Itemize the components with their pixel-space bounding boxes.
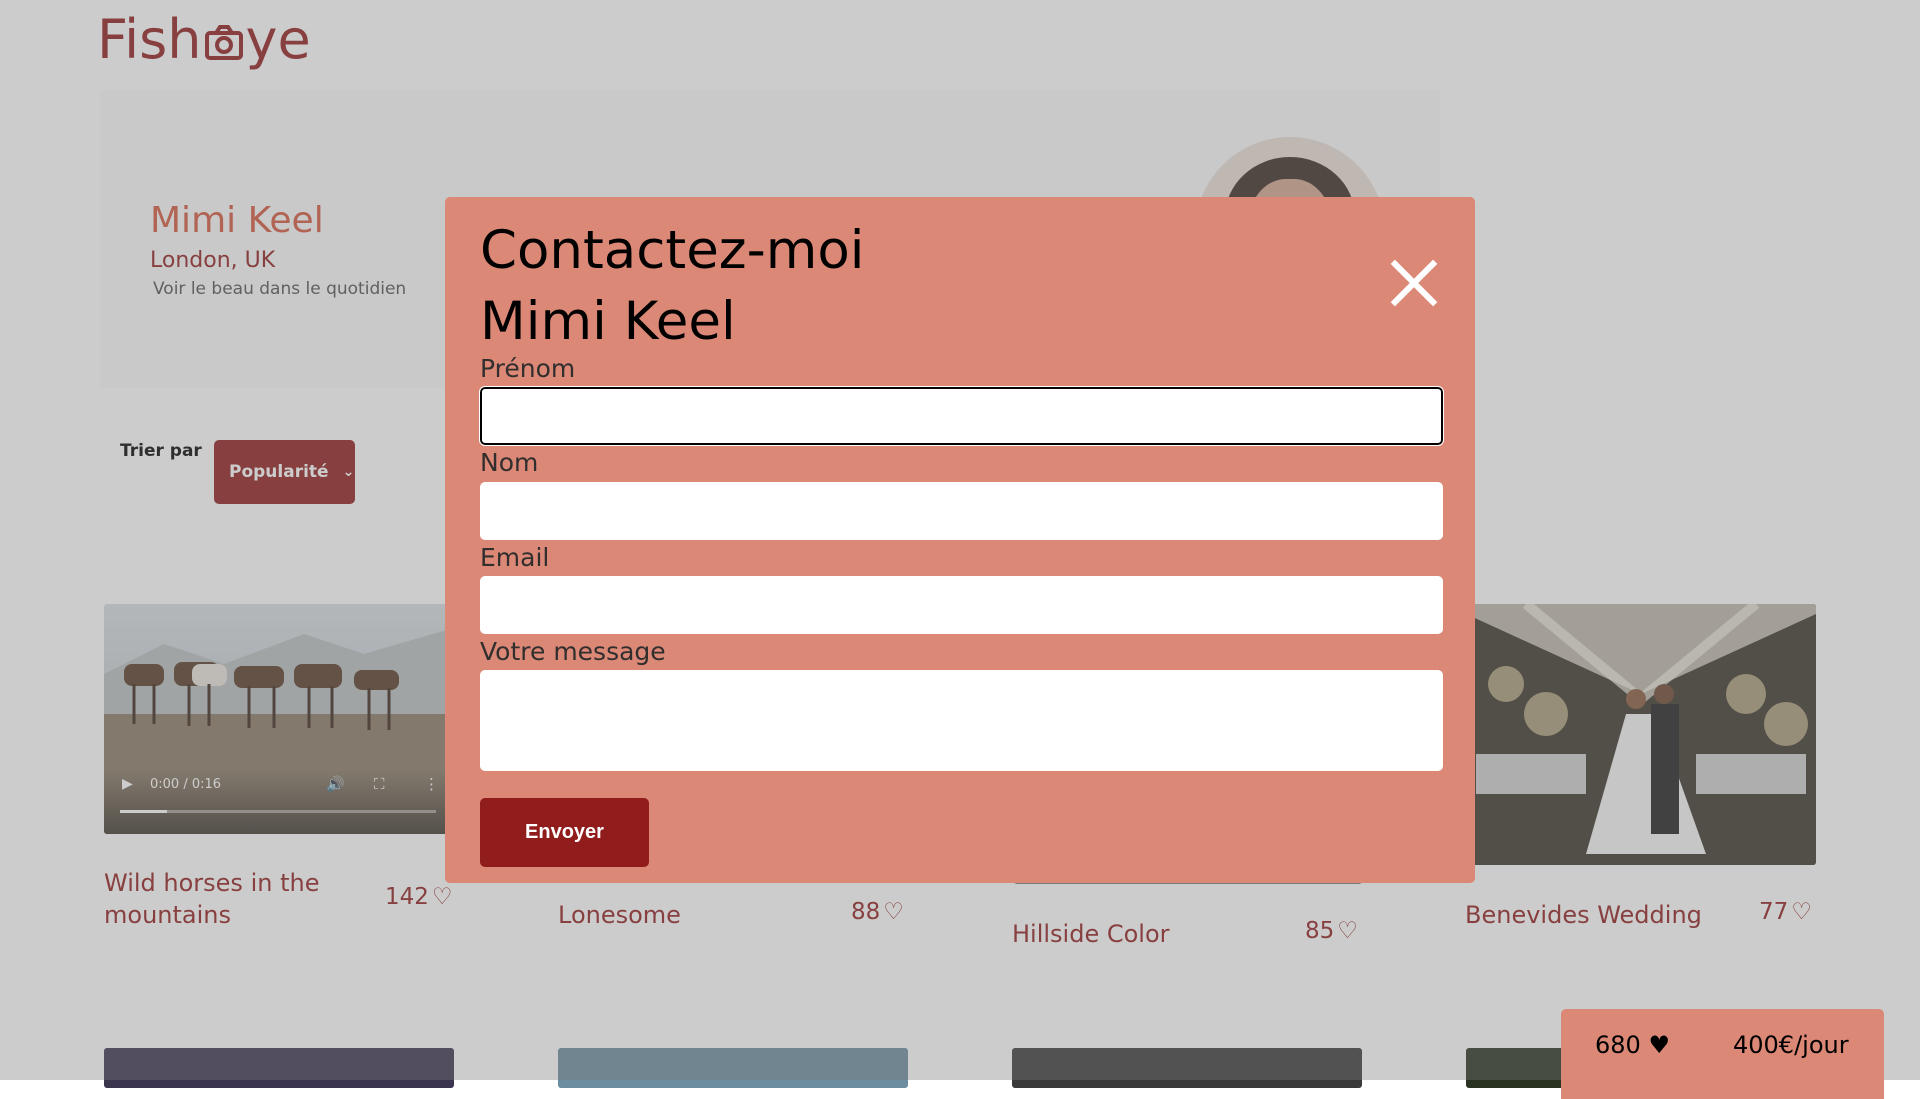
- modal-title: Contactez-moi Mimi Keel: [480, 220, 865, 352]
- photographer-page: Fish ye Mimi Keel London, UK Voir le beau…: [0, 0, 1920, 1099]
- lastname-field[interactable]: [480, 482, 1443, 540]
- message-label: Votre message: [480, 637, 666, 666]
- lastname-label: Nom: [480, 448, 539, 477]
- close-icon[interactable]: [1389, 259, 1437, 307]
- email-field[interactable]: [480, 576, 1443, 634]
- total-likes: 680 ♥: [1595, 1031, 1670, 1059]
- email-label: Email: [480, 543, 550, 572]
- message-field[interactable]: [480, 670, 1443, 771]
- daily-price: 400€/jour: [1733, 1031, 1849, 1059]
- firstname-field[interactable]: [479, 386, 1444, 446]
- likes-price-counter: 680 ♥ 400€/jour: [1561, 1009, 1884, 1099]
- heart-filled-icon: ♥: [1648, 1031, 1670, 1059]
- contact-modal: Contactez-moi Mimi Keel Prénom Nom Email …: [445, 197, 1475, 883]
- firstname-label: Prénom: [480, 354, 576, 383]
- send-button[interactable]: Envoyer: [480, 798, 649, 867]
